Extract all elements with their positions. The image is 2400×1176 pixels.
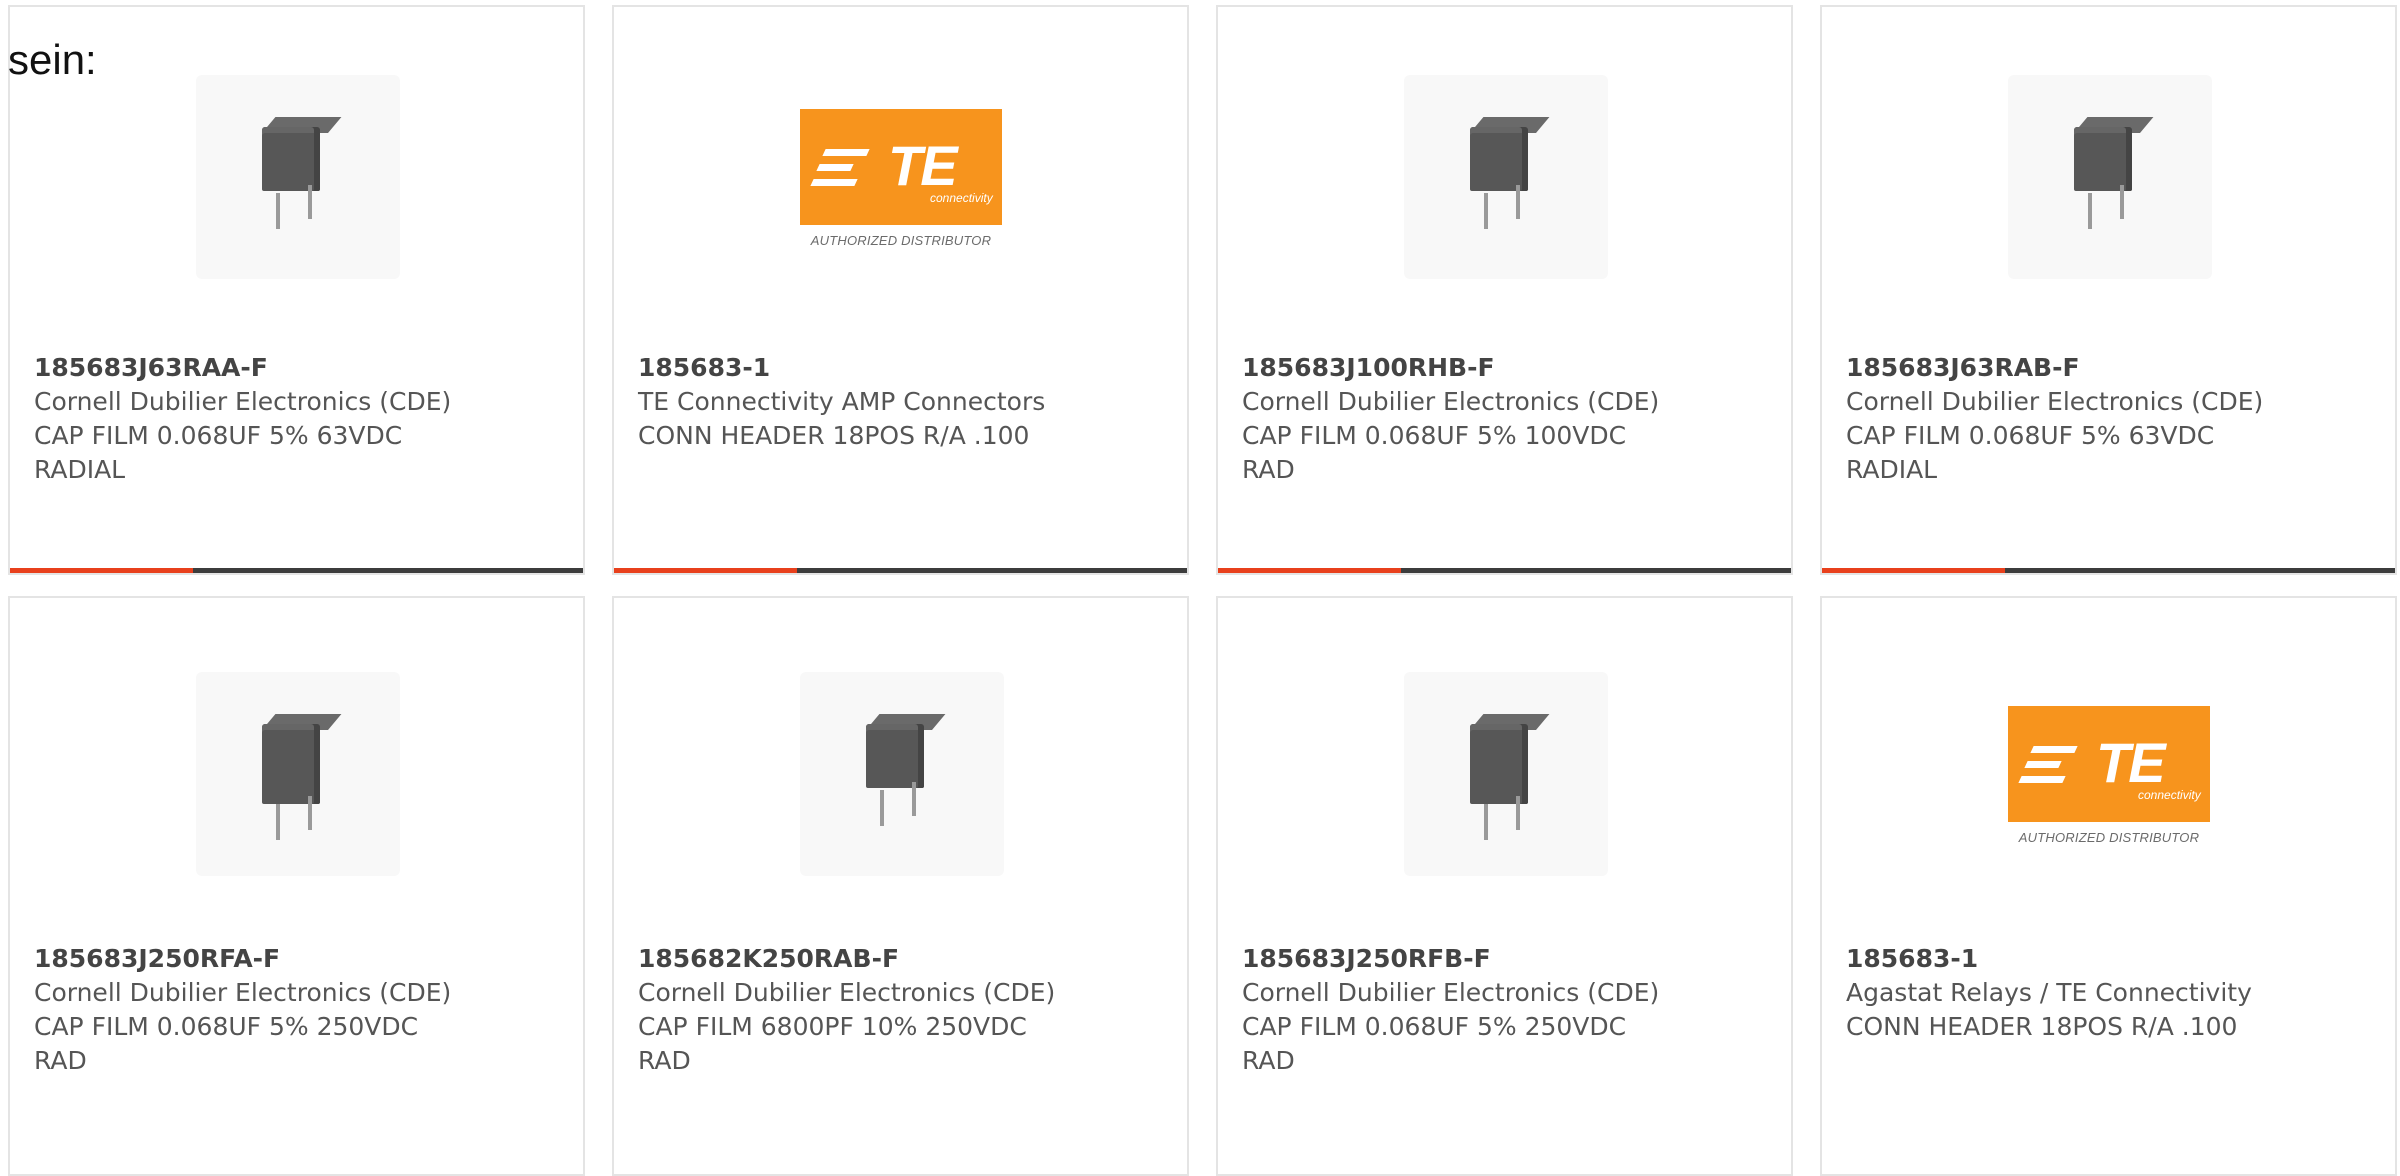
part-number[interactable]: 185682K250RAB-F (638, 942, 1167, 976)
te-connectivity-logo: TE connectivity AUTHORIZED DISTRIBUTOR (2008, 672, 2212, 876)
product-card[interactable]: 185683J250RFB-F Cornell Dubilier Electro… (1216, 596, 1793, 1176)
part-number[interactable]: 185683J250RFB-F (1242, 942, 1771, 976)
part-number[interactable]: 185683J63RAA-F (34, 351, 563, 385)
part-number[interactable]: 185683-1 (1846, 942, 2375, 976)
product-card[interactable]: TE connectivity AUTHORIZED DISTRIBUTOR 1… (1820, 596, 2397, 1176)
description-cont: RAD (1242, 455, 1295, 484)
product-card[interactable]: 185682K250RAB-F Cornell Dubilier Electro… (612, 596, 1189, 1176)
progress-fill (10, 568, 194, 573)
product-card[interactable]: 185683J63RAA-F Cornell Dubilier Electron… (8, 5, 585, 575)
description: CAP FILM 0.068UF 5% 63VDC (34, 421, 403, 450)
description: CAP FILM 0.068UF 5% 100VDC (1242, 421, 1627, 450)
progress-fill (1218, 568, 1402, 573)
capacitor-icon (800, 672, 1004, 876)
product-card[interactable]: 185683J63RAB-F Cornell Dubilier Electron… (1820, 5, 2397, 575)
progress-fill (1822, 568, 2006, 573)
product-card[interactable]: 185683J100RHB-F Cornell Dubilier Electro… (1216, 5, 1793, 575)
product-card[interactable]: 185683J250RFA-F Cornell Dubilier Electro… (8, 596, 585, 1176)
part-number[interactable]: 185683J100RHB-F (1242, 351, 1771, 385)
part-number[interactable]: 185683J250RFA-F (34, 942, 563, 976)
description-cont: RADIAL (34, 455, 126, 484)
capacitor-icon (1404, 75, 1608, 279)
manufacturer: Cornell Dubilier Electronics (CDE) (1242, 978, 1660, 1007)
progress-fill (614, 568, 798, 573)
capacitor-icon (196, 672, 400, 876)
manufacturer: Cornell Dubilier Electronics (CDE) (34, 978, 452, 1007)
manufacturer: TE Connectivity AMP Connectors (638, 387, 1046, 416)
manufacturer: Cornell Dubilier Electronics (CDE) (1846, 387, 2264, 416)
progress-bar (1822, 568, 2395, 573)
description: CAP FILM 0.068UF 5% 250VDC (1242, 1012, 1627, 1041)
progress-bar (1218, 568, 1791, 573)
description-cont: RAD (34, 1046, 87, 1075)
capacitor-icon (196, 75, 400, 279)
description-cont: RAD (638, 1046, 691, 1075)
manufacturer: Cornell Dubilier Electronics (CDE) (1242, 387, 1660, 416)
part-number[interactable]: 185683-1 (638, 351, 1167, 385)
description-cont: RADIAL (1846, 455, 1938, 484)
progress-bar (10, 568, 583, 573)
capacitor-icon (2008, 75, 2212, 279)
progress-bar (614, 568, 1187, 573)
te-connectivity-logo: TE connectivity AUTHORIZED DISTRIBUTOR (800, 75, 1004, 279)
manufacturer: Cornell Dubilier Electronics (CDE) (34, 387, 452, 416)
capacitor-icon (1404, 672, 1608, 876)
description-cont: RAD (1242, 1046, 1295, 1075)
description: CAP FILM 6800PF 10% 250VDC (638, 1012, 1027, 1041)
manufacturer: Cornell Dubilier Electronics (CDE) (638, 978, 1056, 1007)
intro-text: sein: (8, 36, 97, 83)
product-card[interactable]: TE connectivity AUTHORIZED DISTRIBUTOR 1… (612, 5, 1189, 575)
description: CAP FILM 0.068UF 5% 250VDC (34, 1012, 419, 1041)
description: CAP FILM 0.068UF 5% 63VDC (1846, 421, 2215, 450)
description: CONN HEADER 18POS R/A .100 (638, 421, 1030, 450)
description: CONN HEADER 18POS R/A .100 (1846, 1012, 2238, 1041)
part-number[interactable]: 185683J63RAB-F (1846, 351, 2375, 385)
manufacturer: Agastat Relays / TE Connectivity (1846, 978, 2252, 1007)
